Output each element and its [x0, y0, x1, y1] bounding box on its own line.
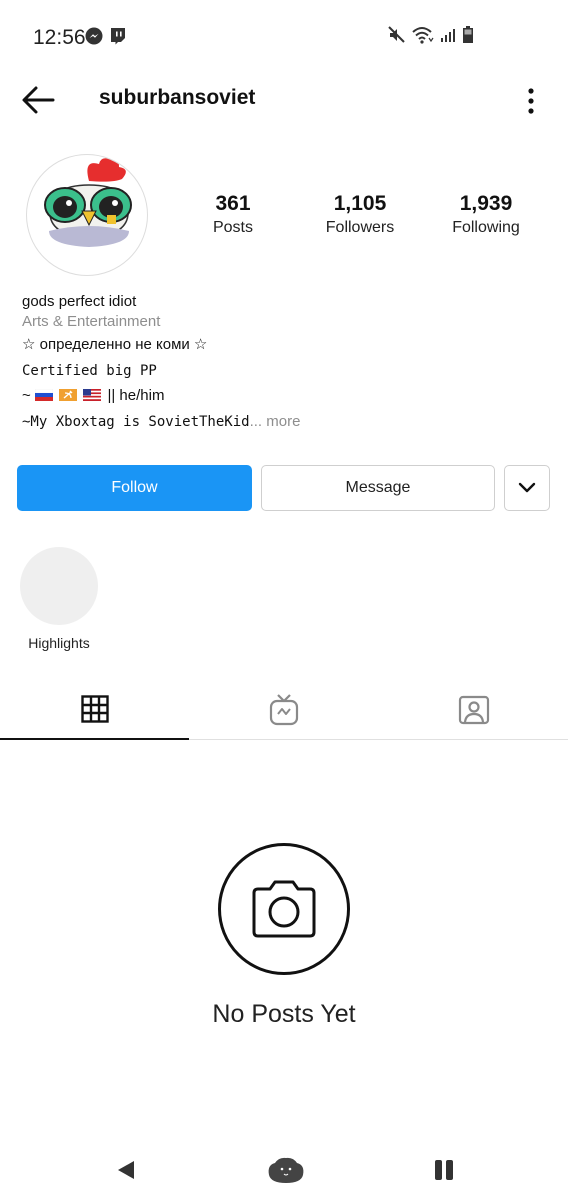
tab-tagged[interactable]: [379, 680, 568, 740]
nav-recents-button[interactable]: [424, 1150, 464, 1190]
bio-line-3-suffix: || he/him: [107, 387, 165, 404]
status-right-icons: [388, 26, 474, 49]
stat-following[interactable]: 1,939 Following: [426, 192, 546, 239]
bio-line-2: Certified big PP: [22, 363, 157, 379]
twitch-icon: [109, 27, 127, 45]
profile-username: suburbansoviet: [99, 86, 256, 109]
stat-label: Followers: [325, 219, 395, 236]
bio-line-4: ~My Xboxtag is SovietTheKid... more: [22, 412, 552, 432]
wifi-icon: [412, 26, 434, 49]
bio-line-4-text: ~My Xboxtag is SovietTheKid: [22, 414, 250, 430]
highlight-label: Highlights: [28, 635, 90, 651]
highlight-placeholder: [20, 547, 98, 625]
stat-value: 1,939: [459, 192, 513, 215]
igtv-icon: [269, 694, 298, 726]
hammer-sickle-icon: [59, 389, 78, 401]
russia-flag-icon: [34, 389, 53, 401]
tab-igtv[interactable]: [189, 680, 378, 740]
tab-grid[interactable]: [0, 680, 189, 740]
bio-line-1: ☆ определенно не коми ☆: [22, 336, 208, 353]
profile-tabs: [0, 680, 568, 740]
more-vertical-icon: [528, 88, 534, 114]
status-left-icons: [85, 27, 127, 45]
mute-icon: [388, 26, 406, 49]
status-bar: 12:56: [0, 0, 568, 76]
bio-name: gods perfect idiot: [22, 293, 137, 310]
system-navbar: [0, 1140, 568, 1200]
stat-followers[interactable]: 1,105 Followers: [300, 192, 420, 239]
chevron-down-icon: [518, 482, 536, 493]
profile-stats: 361 Posts 1,105 Followers 1,939 Followin…: [170, 192, 560, 248]
back-button[interactable]: [20, 82, 58, 118]
bio-more-link[interactable]: ... more: [250, 413, 301, 430]
bio-line-3: ~ || he/him: [22, 386, 552, 406]
grid-icon: [80, 695, 109, 723]
more-options-button[interactable]: [526, 88, 536, 114]
tagged-icon: [458, 695, 489, 725]
nav-home-button[interactable]: [260, 1150, 312, 1190]
stat-label: Posts: [212, 219, 253, 236]
home-blob-icon: [268, 1157, 304, 1183]
status-time: 12:56: [33, 26, 86, 49]
empty-state-text: No Posts Yet: [212, 1000, 356, 1028]
bio-line-3-prefix: ~: [22, 387, 31, 404]
profile-bio: gods perfect idiot Arts & Entertainment …: [22, 292, 552, 432]
bio-category: Arts & Entertainment: [22, 313, 161, 330]
follow-button[interactable]: Follow: [17, 465, 252, 511]
avatar-illustration: [44, 158, 132, 247]
recents-icon: [435, 1160, 453, 1180]
empty-state-icon-ring: [218, 843, 350, 975]
nav-back-button[interactable]: [106, 1150, 146, 1190]
message-button[interactable]: Message: [261, 465, 495, 511]
suggested-dropdown-button[interactable]: [504, 465, 550, 511]
battery-icon: [462, 26, 474, 49]
signal-icon: [440, 27, 456, 48]
usa-flag-icon: [83, 389, 102, 401]
back-triangle-icon: [118, 1161, 134, 1179]
camera-icon: [252, 880, 316, 938]
stat-posts[interactable]: 361 Posts: [173, 192, 293, 239]
stat-value: 1,105: [333, 192, 387, 215]
story-highlight[interactable]: Highlights: [20, 547, 98, 651]
stat-value: 361: [215, 192, 251, 215]
stat-label: Following: [452, 219, 520, 236]
profile-header: suburbansoviet: [0, 76, 568, 124]
messenger-icon: [85, 27, 103, 45]
profile-avatar[interactable]: [26, 154, 148, 276]
arrow-left-icon: [22, 86, 55, 114]
